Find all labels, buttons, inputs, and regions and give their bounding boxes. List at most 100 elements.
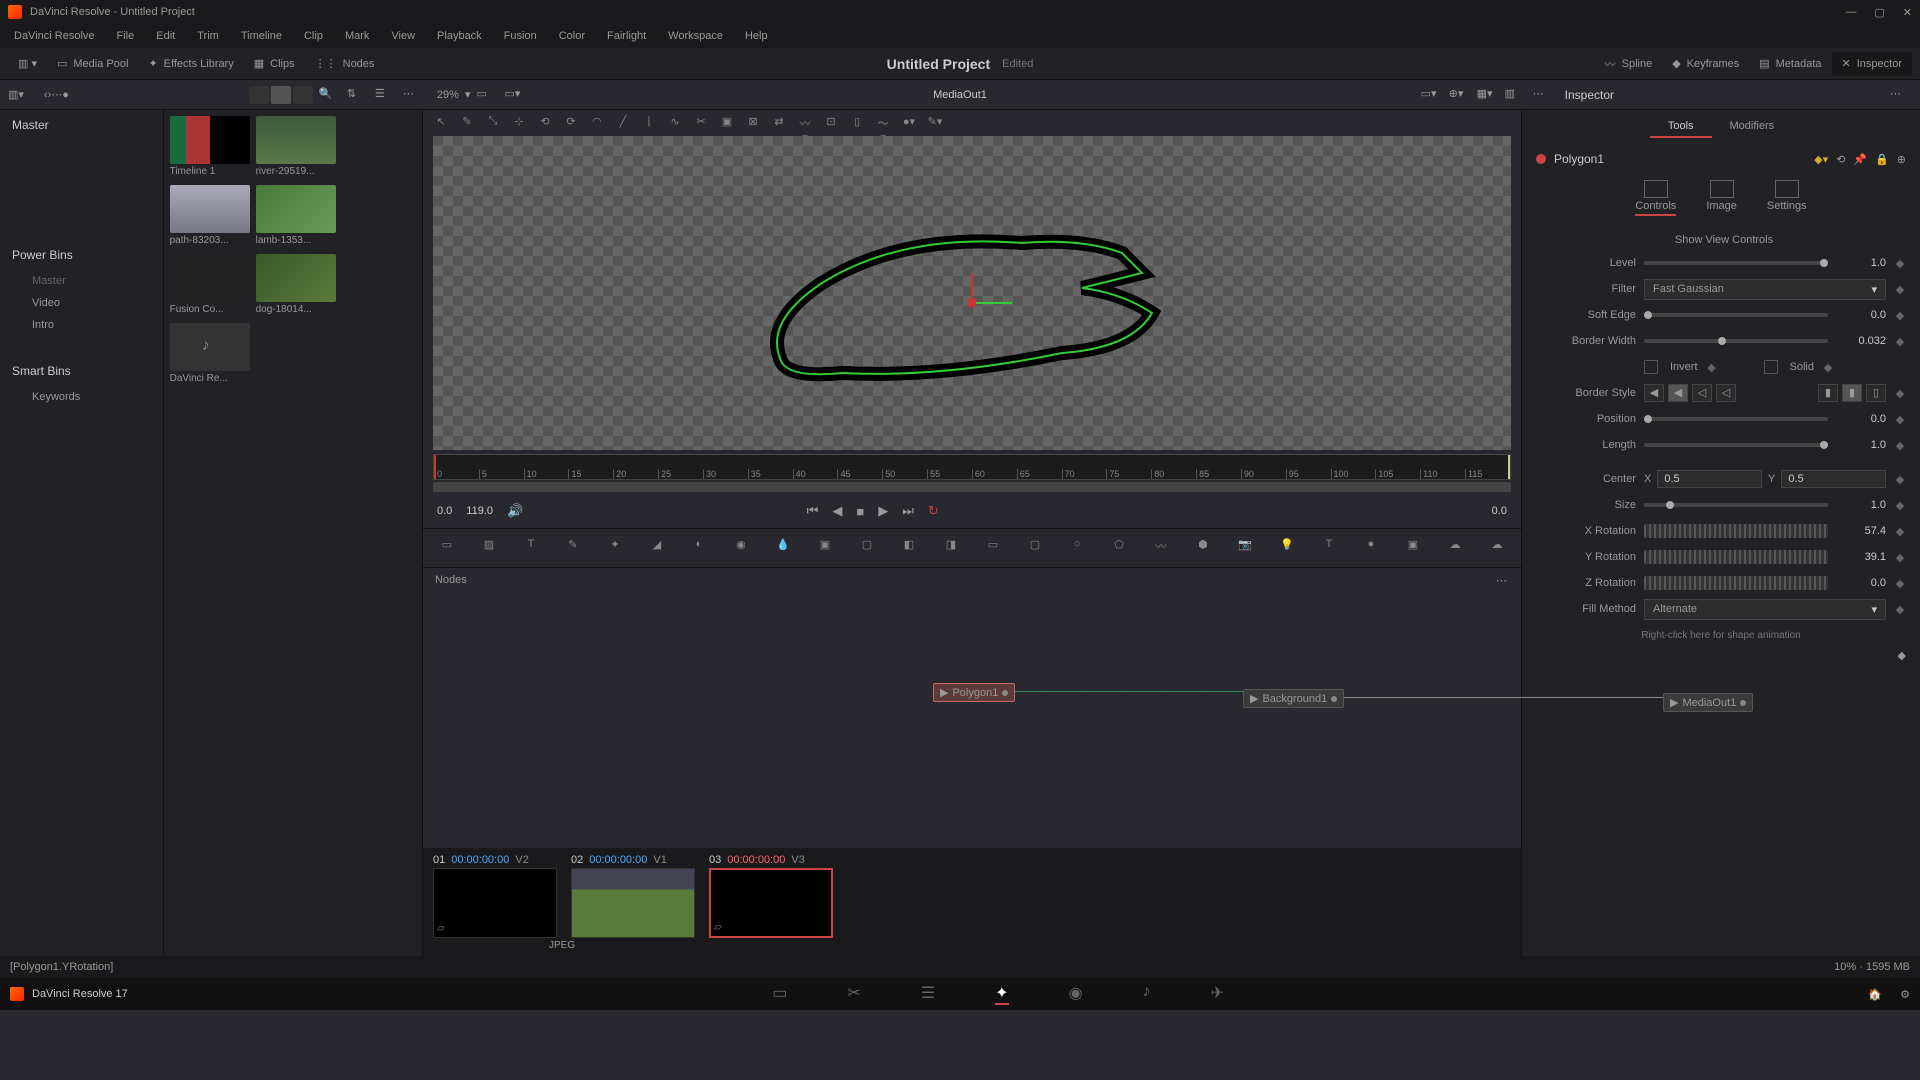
pin-icon[interactable]: 📌 — [1853, 153, 1867, 166]
clip-item[interactable]: 0100:00:00:00V2 ▱ — [433, 854, 563, 938]
menu-item[interactable]: Help — [735, 27, 778, 45]
layout-icon[interactable]: ▥▾ — [8, 88, 24, 101]
search-icon[interactable]: 🔍 — [319, 87, 335, 103]
keyframes-button[interactable]: ◆Keyframes — [1662, 52, 1749, 76]
vt-pen-icon[interactable]: ✎ — [459, 115, 475, 131]
menu-item[interactable]: Color — [549, 27, 595, 45]
level-slider[interactable] — [1644, 261, 1828, 265]
spline-button[interactable]: 〰Spline — [1595, 52, 1663, 76]
timecode-left[interactable]: 0.0 — [437, 505, 452, 517]
first-frame-button[interactable]: ⏮ — [807, 503, 819, 519]
close-button[interactable]: ✕ — [1903, 6, 1912, 19]
border-slider[interactable] — [1644, 339, 1828, 343]
view-list2[interactable] — [293, 86, 313, 104]
zoom-level[interactable]: 29% — [437, 89, 459, 101]
vt-toggle-icon[interactable]: ⇄ — [771, 115, 787, 131]
fill-dropdown[interactable]: Alternate — [1644, 599, 1886, 620]
nt-bg-icon[interactable]: ▭ — [437, 538, 457, 558]
keyframe-active-icon[interactable]: ◆ — [1898, 650, 1906, 662]
effects-button[interactable]: ✦Effects Library — [138, 53, 243, 74]
vt-dot-icon[interactable]: ●▾ — [901, 115, 917, 131]
nt-drop-icon[interactable]: 💧 — [773, 538, 793, 558]
media-thumb[interactable]: dog-18014... — [256, 254, 336, 317]
vt-close-icon[interactable]: ⊠ — [745, 115, 761, 131]
keyframe-icon[interactable]: ◆ — [1894, 603, 1906, 616]
menu-item[interactable]: Mark — [335, 27, 379, 45]
keyframe-icon[interactable]: ◆ — [1706, 361, 1718, 374]
length-value[interactable]: 1.0 — [1836, 439, 1886, 451]
node-mediaout[interactable]: ▶MediaOut1 — [1663, 693, 1753, 712]
nt-fastnoise-icon[interactable]: ▨ — [479, 538, 499, 558]
position-slider[interactable] — [1644, 417, 1828, 421]
home-button[interactable]: 🏠 — [1868, 988, 1882, 1001]
menu-item[interactable]: File — [107, 27, 145, 45]
last-frame-button[interactable]: ⏭ — [902, 503, 914, 519]
softedge-value[interactable]: 0.0 — [1836, 309, 1886, 321]
bs7[interactable]: ▯ — [1866, 384, 1886, 402]
clip-item[interactable]: 0200:00:00:00V1 — [571, 854, 701, 938]
vt-del-icon[interactable]: ▣ — [719, 115, 735, 131]
nodes-menu[interactable]: ⋯ — [1496, 574, 1509, 587]
keyframe-icon[interactable]: ◆ — [1894, 335, 1906, 348]
nodes-button[interactable]: ⋮⋮Nodes — [305, 53, 385, 74]
solid-checkbox[interactable] — [1764, 360, 1778, 374]
metadata-button[interactable]: ▤Metadata — [1749, 52, 1831, 76]
inspector-more-icon[interactable]: ⋯ — [1890, 87, 1906, 103]
media-thumb[interactable]: Fusion Co... — [170, 254, 250, 317]
nt-xf-icon[interactable]: ▢ — [857, 538, 877, 558]
page-deliver[interactable]: ✈ — [1211, 983, 1224, 1005]
nt-resize-icon[interactable]: ◨ — [941, 538, 961, 558]
bs4[interactable]: ◁ — [1716, 384, 1736, 402]
nt-render-icon[interactable]: ▣ — [1403, 538, 1423, 558]
power-bins[interactable]: Power Bins — [0, 240, 163, 270]
vt-convert-icon[interactable]: ⟲ — [537, 115, 553, 131]
version-icon[interactable]: ◆▾ — [1814, 153, 1828, 166]
media-thumb[interactable]: river-29519... — [256, 116, 336, 179]
page-media[interactable]: ▭ — [772, 983, 787, 1005]
bs1[interactable]: ◀ — [1644, 384, 1664, 402]
view-grid[interactable] — [271, 86, 291, 104]
center-y[interactable]: 0.5 — [1781, 470, 1886, 488]
page-fusion[interactable]: ✦ — [995, 983, 1008, 1005]
menu-item[interactable]: Timeline — [231, 27, 292, 45]
sort-icon[interactable]: ☰ — [375, 87, 391, 103]
filter-icon[interactable]: ⇅ — [347, 87, 363, 103]
keyframe-icon[interactable]: ◆ — [1894, 577, 1906, 590]
keyframe-icon[interactable]: ◆ — [1894, 551, 1906, 564]
play-button[interactable]: ▶ — [878, 503, 888, 519]
media-thumb[interactable]: DaVinci Re... — [170, 323, 250, 386]
position-value[interactable]: 0.0 — [1836, 413, 1886, 425]
media-thumb[interactable]: lamb-1353... — [256, 185, 336, 248]
yrot-wheel[interactable] — [1644, 550, 1828, 564]
zoom-dropdown-icon[interactable]: ▾ — [465, 88, 471, 101]
tab-tools[interactable]: Tools — [1650, 116, 1712, 138]
viewer-overlay-icon[interactable]: ⊕▾ — [1449, 87, 1465, 103]
nt-light-icon[interactable]: 💡 — [1277, 538, 1297, 558]
more-icon[interactable]: ⋯ — [403, 87, 419, 103]
page-cut[interactable]: ✂ — [847, 983, 860, 1005]
vt-anchor-icon[interactable]: ⊹ — [511, 115, 527, 131]
vt-shape-icon[interactable]: ◠ — [589, 115, 605, 131]
nt-text-icon[interactable]: T — [521, 538, 541, 558]
menu-item[interactable]: DaVinci Resolve — [4, 27, 105, 45]
subtab-controls[interactable]: Controls — [1635, 180, 1676, 216]
nt-mask-icon[interactable]: ◢ — [647, 538, 667, 558]
viewer-grid-icon[interactable]: ▦▾ — [1477, 87, 1493, 103]
level-value[interactable]: 1.0 — [1836, 257, 1886, 269]
nt-tracker-icon[interactable]: ✦ — [605, 538, 625, 558]
center-x[interactable]: 0.5 — [1657, 470, 1762, 488]
vt-curve-icon[interactable]: 〰▾ — [797, 115, 813, 131]
nt-blur-icon[interactable]: ◐ — [689, 538, 709, 558]
view-icon[interactable]: ▭ — [476, 87, 492, 103]
mute-icon[interactable]: 🔊 — [507, 503, 523, 519]
keyframe-icon[interactable]: ◆ — [1822, 361, 1834, 374]
node-polygon[interactable]: ▶Polygon1 — [933, 683, 1015, 702]
smart-bins[interactable]: Smart Bins — [0, 356, 163, 386]
keyframe-icon[interactable]: ◆ — [1894, 387, 1906, 400]
softedge-slider[interactable] — [1644, 313, 1828, 317]
scrubbar[interactable] — [433, 482, 1511, 492]
xrot-wheel[interactable] — [1644, 524, 1828, 538]
timeline-ruler[interactable]: 0510152025303540455055606570758085909510… — [433, 454, 1511, 480]
mediapool-button[interactable]: ▭Media Pool — [47, 53, 138, 74]
vt-corner-icon[interactable]: ⟳ — [563, 115, 579, 131]
